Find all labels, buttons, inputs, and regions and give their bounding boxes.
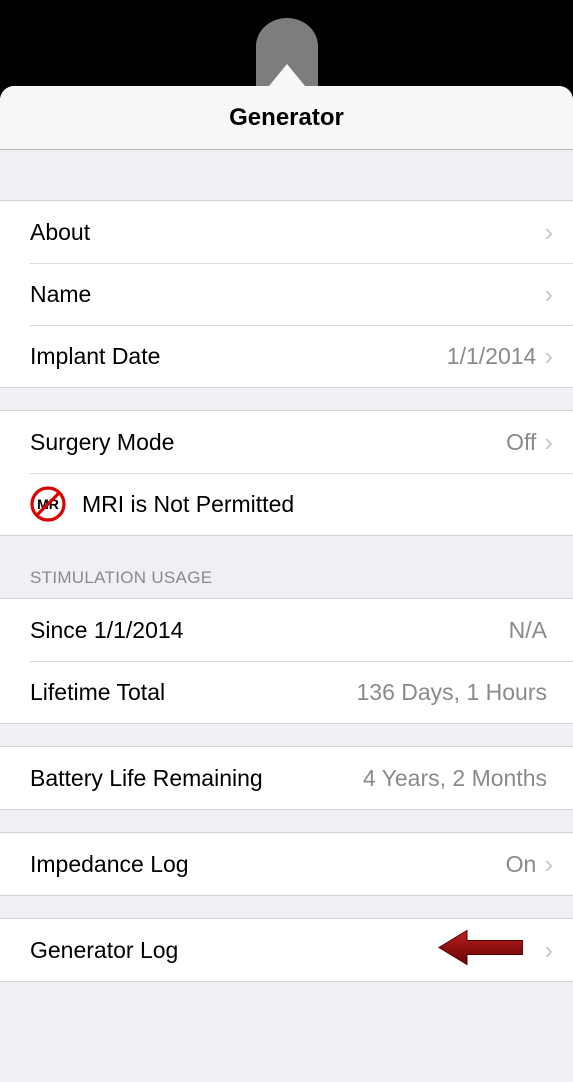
group-battery: Battery Life Remaining 4 Years, 2 Months bbox=[0, 746, 573, 810]
row-impedance-log[interactable]: Impedance Log On › bbox=[0, 833, 573, 895]
row-label: Name bbox=[30, 281, 542, 308]
row-label: Since 1/1/2014 bbox=[30, 617, 509, 644]
row-label: Surgery Mode bbox=[30, 429, 506, 456]
row-label: Battery Life Remaining bbox=[30, 765, 363, 792]
chevron-right-icon: › bbox=[544, 341, 553, 372]
row-value: On bbox=[506, 851, 537, 878]
row-label: Generator Log bbox=[30, 937, 542, 964]
connector-pointer bbox=[269, 64, 305, 86]
row-label: Impedance Log bbox=[30, 851, 506, 878]
mri-prohibited-icon: MR bbox=[30, 486, 66, 522]
section-header-stimulation: STIMULATION USAGE bbox=[0, 536, 573, 598]
scroll-content: About › Name › Implant Date 1/1/2014 › S… bbox=[0, 150, 573, 1032]
row-label: MRI is Not Permitted bbox=[82, 491, 553, 518]
group-modes: Surgery Mode Off › MR MRI is Not Permitt… bbox=[0, 410, 573, 536]
row-surgery-mode[interactable]: Surgery Mode Off › bbox=[0, 411, 573, 473]
chevron-right-icon: › bbox=[544, 279, 553, 310]
row-label: Lifetime Total bbox=[30, 679, 357, 706]
row-value: Off bbox=[506, 429, 536, 456]
chevron-right-icon: › bbox=[544, 217, 553, 248]
row-label: Implant Date bbox=[30, 343, 447, 370]
group-generator-log: Generator Log › bbox=[0, 918, 573, 982]
row-value: 1/1/2014 bbox=[447, 343, 537, 370]
popover-sheet: Generator About › Name › Implant Date 1/… bbox=[0, 86, 573, 1082]
group-stimulation-usage: Since 1/1/2014 N/A Lifetime Total 136 Da… bbox=[0, 598, 573, 724]
sheet-header: Generator bbox=[0, 86, 573, 150]
row-generator-log[interactable]: Generator Log › bbox=[0, 919, 573, 981]
page-title: Generator bbox=[229, 104, 344, 132]
row-implant-date[interactable]: Implant Date 1/1/2014 › bbox=[0, 325, 573, 387]
row-mri: MR MRI is Not Permitted bbox=[0, 473, 573, 535]
row-about[interactable]: About › bbox=[0, 201, 573, 263]
group-general: About › Name › Implant Date 1/1/2014 › bbox=[0, 200, 573, 388]
row-value: 4 Years, 2 Months bbox=[363, 765, 547, 792]
status-bar-black bbox=[0, 0, 573, 86]
row-value: 136 Days, 1 Hours bbox=[357, 679, 547, 706]
chevron-right-icon: › bbox=[544, 427, 553, 458]
group-impedance: Impedance Log On › bbox=[0, 832, 573, 896]
row-since: Since 1/1/2014 N/A bbox=[0, 599, 573, 661]
chevron-right-icon: › bbox=[544, 935, 553, 966]
row-label: About bbox=[30, 219, 542, 246]
row-name[interactable]: Name › bbox=[0, 263, 573, 325]
row-lifetime-total: Lifetime Total 136 Days, 1 Hours bbox=[0, 661, 573, 723]
row-battery-life: Battery Life Remaining 4 Years, 2 Months bbox=[0, 747, 573, 809]
row-value: N/A bbox=[509, 617, 547, 644]
chevron-right-icon: › bbox=[544, 849, 553, 880]
